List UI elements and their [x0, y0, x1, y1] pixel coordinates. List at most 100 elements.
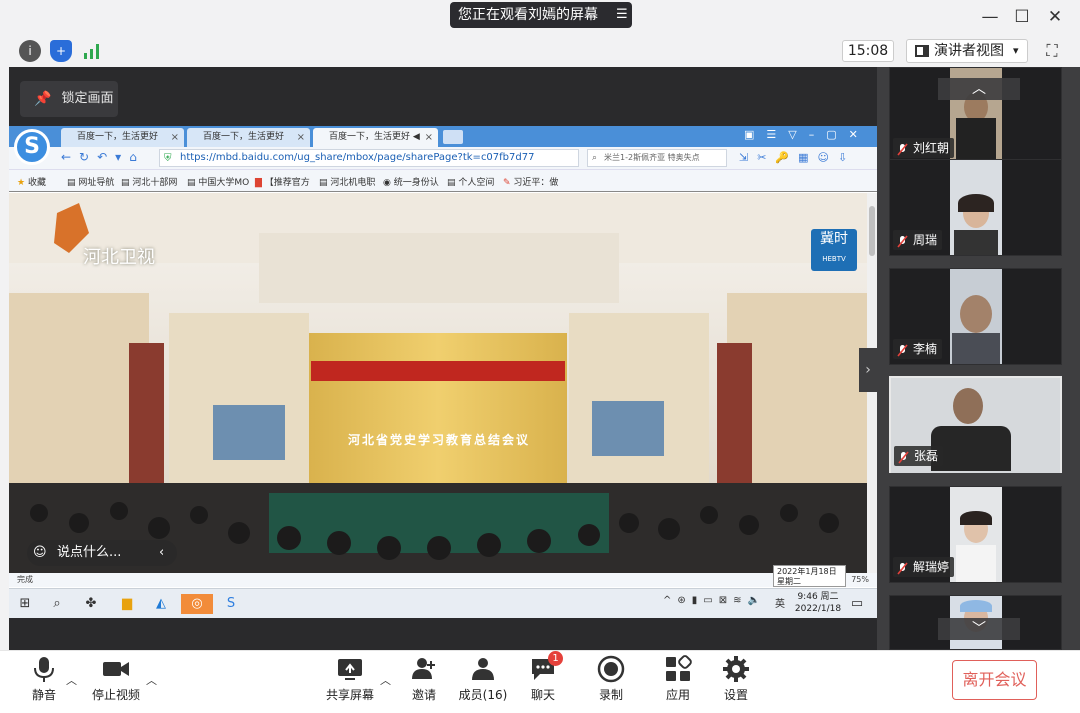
meeting-clock: 15:08 [842, 40, 894, 62]
conference-banner-text: 河北省党史学习教育总结会议 [347, 433, 530, 447]
scroll-down-button[interactable]: ﹀ [938, 618, 1020, 640]
collapse-sidebar-button[interactable]: › [859, 348, 877, 392]
settings-button[interactable]: 设置 [721, 655, 751, 703]
url-bar[interactable]: ⛨ https://mbd.baidu.com/ug_share/mbox/pa… [159, 149, 579, 167]
search-icon: ⌕ [592, 153, 598, 163]
browser-window-controls[interactable]: ▣☰▽–▢✕ [744, 128, 870, 141]
browser-tab-label: 百度一下，生活更好 ◀ [329, 132, 420, 142]
participant-tile[interactable]: 周瑞 [889, 159, 1062, 256]
lock-view-label: 锁定画面 [61, 91, 114, 106]
info-icon[interactable]: i [19, 40, 41, 62]
mic-muted-icon [897, 234, 908, 248]
comment-input[interactable]: ☺ 说点什么... ‹ [27, 540, 177, 566]
browser-tab-label: 百度一下，生活更好 [77, 132, 159, 142]
chevron-up-icon[interactable]: ︿ [380, 672, 391, 688]
bookmark-item[interactable]: ▤ 河北十部网 [121, 175, 177, 188]
browser-tab[interactable]: 百度一下，生活更好 × [61, 128, 184, 147]
folder-icon[interactable]: ▆ [117, 594, 137, 614]
participant-video [950, 269, 1002, 364]
invite-button[interactable]: 邀请 [408, 655, 440, 703]
mute-button[interactable]: 静音 [26, 655, 62, 703]
shield-icon[interactable]: + [50, 40, 72, 62]
scroll-up-button[interactable]: ︿ [938, 78, 1020, 100]
microphone-icon [30, 655, 58, 683]
bookmark-item[interactable]: ★ 收藏 [17, 175, 46, 188]
new-tab-button[interactable] [443, 130, 463, 144]
list-icon[interactable]: ☰ [616, 2, 628, 28]
corner-channel-logo: 冀时 HEBTV [811, 229, 857, 271]
shared-browser: 百度一下，生活更好 × 百度一下，生活更好 × 百度一下，生活更好 ◀ × ▣☰… [9, 126, 877, 593]
chat-button[interactable]: 1 聊天 [528, 651, 563, 703]
share-screen-label: 共享屏幕 [325, 688, 374, 702]
system-clock[interactable]: 9:46 周二 2022/1/18 [793, 591, 843, 615]
minimize-button[interactable]: — [978, 6, 1002, 28]
members-label: 成员(16) [458, 688, 508, 702]
add-user-icon [410, 655, 438, 683]
gear-icon [722, 655, 750, 683]
participant-tile-active-speaker[interactable]: 张磊 [889, 376, 1062, 473]
chevron-up-icon[interactable]: ︿ [66, 672, 77, 688]
apps-button[interactable]: 应用 [663, 655, 693, 703]
wechat-icon[interactable]: ◎ [181, 594, 213, 614]
bookmark-item[interactable]: ✎ 习近平：做 [503, 175, 558, 188]
chevron-up-icon[interactable]: ︿ [146, 672, 157, 688]
bookmark-item[interactable]: ▤ 个人空间 [447, 175, 494, 188]
pin-icon: 📌 [34, 91, 52, 107]
maximize-button[interactable]: ☐ [1010, 6, 1034, 28]
os-taskbar: ⊞ ⌕ ✤ ▆ ◭ ◎ S ^⊛▮▭⊠≋🔈 英 9:46 周二 2022/1/1… [9, 588, 877, 618]
tab-close-icon[interactable]: × [425, 128, 433, 147]
mic-muted-icon [897, 561, 908, 575]
ime-indicator[interactable]: 英 [775, 595, 785, 610]
participant-video [950, 160, 1002, 255]
members-button[interactable]: 成员(16) [458, 655, 508, 703]
close-button[interactable]: ✕ [1043, 6, 1067, 28]
browser-nav-icons[interactable]: ←↻↶▾⌂ [61, 150, 145, 164]
bookmark-item[interactable]: ◉ 统一身份认 [383, 175, 439, 188]
browser-extension-icons[interactable]: ⇲✂🔑▦☺⇩ [739, 151, 856, 164]
scrollbar-thumb[interactable] [869, 206, 875, 256]
leave-meeting-button[interactable]: 离开会议 [952, 660, 1037, 700]
bookmark-item[interactable]: ▤ 网址导航 [67, 175, 114, 188]
tab-close-icon[interactable]: × [297, 128, 305, 147]
invite-label: 邀请 [411, 688, 436, 702]
lock-view-button[interactable]: 📌 锁定画面 [20, 81, 118, 117]
browser-search-box[interactable]: ⌕ 米兰1-2斯佩齐亚 特奥失点 [587, 149, 727, 167]
meeting-app-icon[interactable]: ◭ [151, 594, 171, 614]
pinwheel-app-icon[interactable]: ✤ [81, 594, 101, 614]
signal-icon[interactable] [81, 40, 103, 62]
search-text: 米兰1-2斯佩齐亚 特奥失点 [604, 153, 700, 162]
share-screen-icon [336, 655, 364, 683]
browser-tab[interactable]: 百度一下，生活更好 × [187, 128, 310, 147]
members-icon [469, 655, 497, 683]
notification-icon[interactable]: ▭ [847, 594, 867, 614]
browser-address-row: ←↻↶▾⌂ ⛨ https://mbd.baidu.com/ug_share/m… [9, 147, 877, 170]
participant-video [950, 487, 1002, 582]
chevron-left-icon[interactable]: ‹ [159, 540, 164, 566]
participant-tile[interactable]: 解瑞婷 [889, 486, 1062, 583]
stop-video-button[interactable]: 停止视频 [90, 655, 142, 703]
chevron-down-icon: ▾ [1013, 44, 1019, 57]
bookmark-item[interactable]: ▤ 河北机电职 [319, 175, 375, 188]
start-icon[interactable]: ⊞ [15, 594, 35, 614]
participant-name-tag: 李楠 [893, 339, 943, 359]
mic-muted-icon [897, 142, 908, 156]
stop-video-label: 停止视频 [91, 688, 140, 702]
live-video[interactable]: 河北卫视 冀时 HEBTV 河北省党史学习教育总结会议 ☺ 说点什么... ‹ [9, 193, 867, 573]
record-button[interactable]: 录制 [596, 655, 626, 703]
browser-app-icon[interactable]: S [221, 594, 241, 614]
date-tooltip: 2022年1月18日 星期二 [773, 565, 846, 587]
speaker-view-button[interactable]: 演讲者视图 ▾ [906, 39, 1028, 63]
share-screen-button[interactable]: 共享屏幕 [324, 655, 376, 703]
fullscreen-icon[interactable]: ⛶ [1042, 41, 1062, 61]
system-tray-icons[interactable]: ^⊛▮▭⊠≋🔈 [663, 595, 766, 606]
browser-tab-active[interactable]: 百度一下，生活更好 ◀ × [313, 128, 438, 147]
bookmark-item[interactable]: ▇ 【推荐官方 [255, 175, 310, 188]
secure-shield-icon: ⛨ [164, 153, 172, 164]
tab-close-icon[interactable]: × [171, 128, 179, 147]
speaker-view-label: 演讲者视图 [934, 43, 1004, 59]
meeting-window: 您正在观看刘嫣的屏幕 ☰ — ☐ ✕ i + 15:08 演讲者视图 ▾ ⛶ 📌… [0, 0, 1080, 713]
participant-tile[interactable]: 李楠 [889, 268, 1062, 365]
bookmark-item[interactable]: ▤ 中国大学MO [187, 175, 249, 188]
zoom-level[interactable]: 75% [851, 573, 869, 587]
search-icon[interactable]: ⌕ [47, 594, 67, 614]
